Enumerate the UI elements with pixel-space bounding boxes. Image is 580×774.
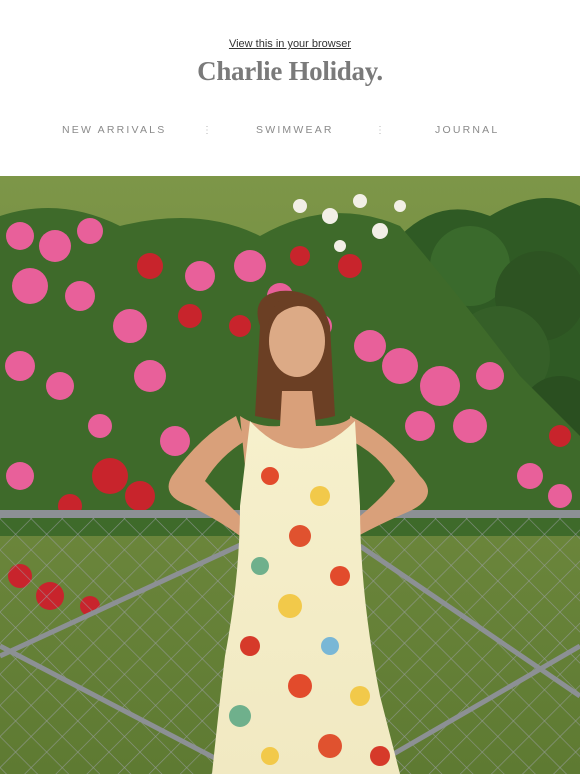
- brand-logo[interactable]: Charlie Holiday.: [0, 56, 580, 87]
- main-nav: NEW ARRIVALS ⋮ SWIMWEAR ⋮ JOURNAL: [0, 124, 580, 140]
- hero-photo-illustration: [0, 176, 580, 774]
- nav-new-arrivals[interactable]: NEW ARRIVALS: [62, 124, 166, 136]
- view-in-browser-link[interactable]: View this in your browser: [0, 38, 580, 50]
- hero-image[interactable]: [0, 176, 580, 774]
- nav-swimwear[interactable]: SWIMWEAR: [256, 124, 334, 136]
- nav-journal[interactable]: JOURNAL: [435, 124, 499, 136]
- nav-separator: ⋮: [375, 125, 385, 136]
- nav-separator: ⋮: [202, 125, 212, 136]
- email-header: View this in your browser Charlie Holida…: [0, 0, 580, 176]
